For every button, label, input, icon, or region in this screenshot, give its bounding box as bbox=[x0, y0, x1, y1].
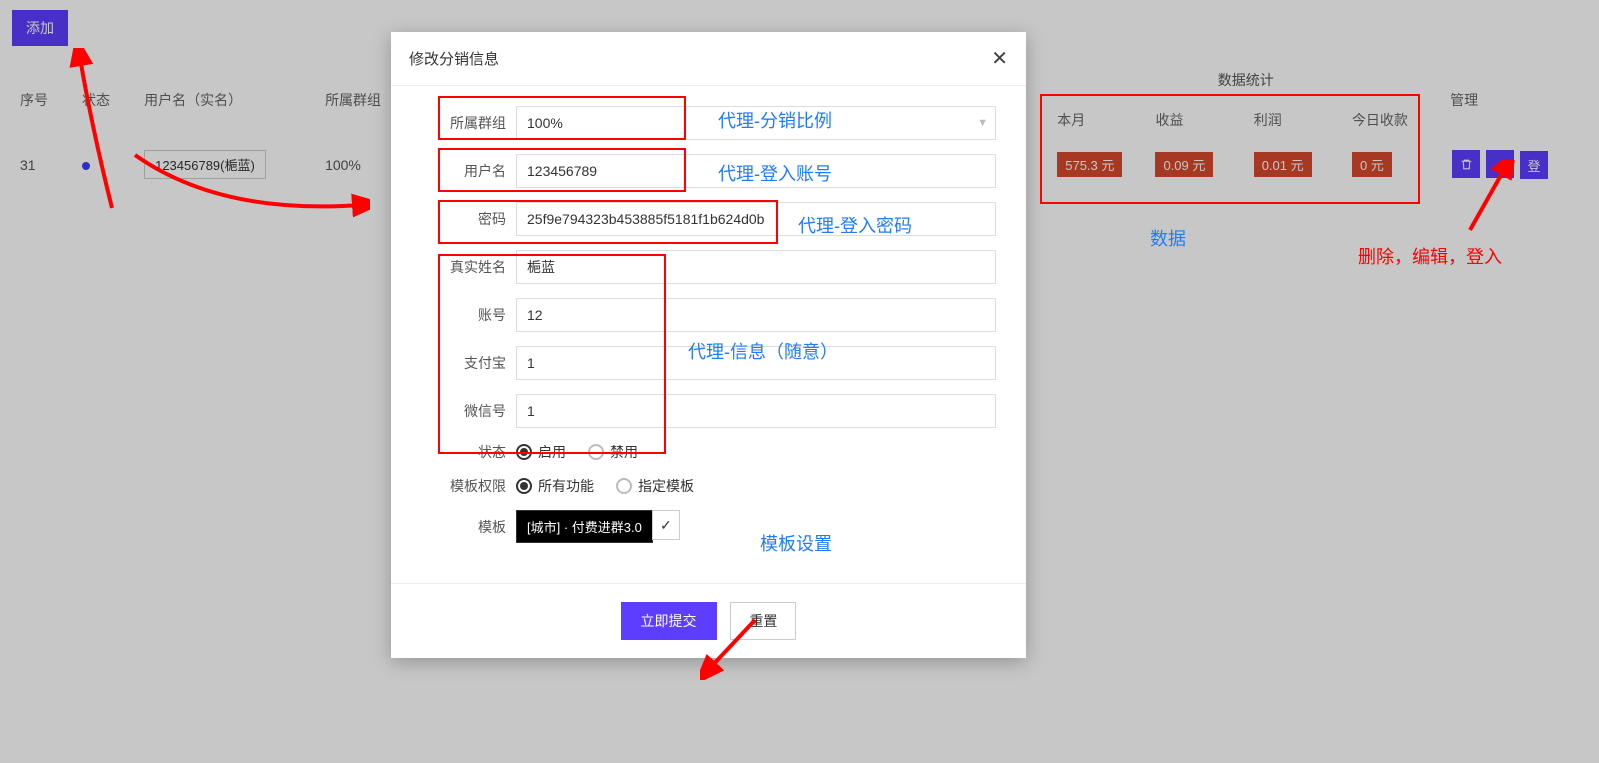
label-wechat: 微信号 bbox=[421, 401, 506, 421]
label-status: 状态 bbox=[421, 442, 506, 462]
edit-dialog: 修改分销信息 ✕ 所属群组 ▼ 用户名 密码 真实姓名 账号 支付宝 bbox=[391, 32, 1026, 658]
reset-button[interactable]: 重置 bbox=[730, 602, 796, 640]
group-select[interactable] bbox=[516, 106, 996, 140]
status-disable-radio[interactable]: 禁用 bbox=[588, 442, 638, 462]
label-account: 账号 bbox=[421, 305, 506, 325]
close-icon[interactable]: ✕ bbox=[991, 46, 1008, 71]
wechat-input[interactable] bbox=[516, 394, 996, 428]
radio-off-icon bbox=[616, 478, 632, 494]
label-password: 密码 bbox=[421, 209, 506, 229]
template-tag[interactable]: [城市] · 付费进群3.0 bbox=[516, 510, 653, 543]
label-realname: 真实姓名 bbox=[421, 257, 506, 277]
dialog-title: 修改分销信息 bbox=[409, 48, 499, 69]
label-alipay: 支付宝 bbox=[421, 353, 506, 373]
alipay-input[interactable] bbox=[516, 346, 996, 380]
status-enable-radio[interactable]: 启用 bbox=[516, 442, 566, 462]
username-input[interactable] bbox=[516, 154, 996, 188]
radio-on-icon bbox=[516, 478, 532, 494]
radio-on-icon bbox=[516, 444, 532, 460]
tpl-all-radio[interactable]: 所有功能 bbox=[516, 476, 594, 496]
label-username: 用户名 bbox=[421, 161, 506, 181]
radio-off-icon bbox=[588, 444, 604, 460]
realname-input[interactable] bbox=[516, 250, 996, 284]
tpl-spec-radio[interactable]: 指定模板 bbox=[616, 476, 694, 496]
label-template: 模板 bbox=[421, 517, 506, 537]
label-tpl-auth: 模板权限 bbox=[421, 476, 506, 496]
check-icon[interactable]: ✓ bbox=[652, 510, 680, 540]
password-input[interactable] bbox=[516, 202, 996, 236]
account-input[interactable] bbox=[516, 298, 996, 332]
label-group: 所属群组 bbox=[421, 113, 506, 133]
submit-button[interactable]: 立即提交 bbox=[621, 602, 717, 640]
